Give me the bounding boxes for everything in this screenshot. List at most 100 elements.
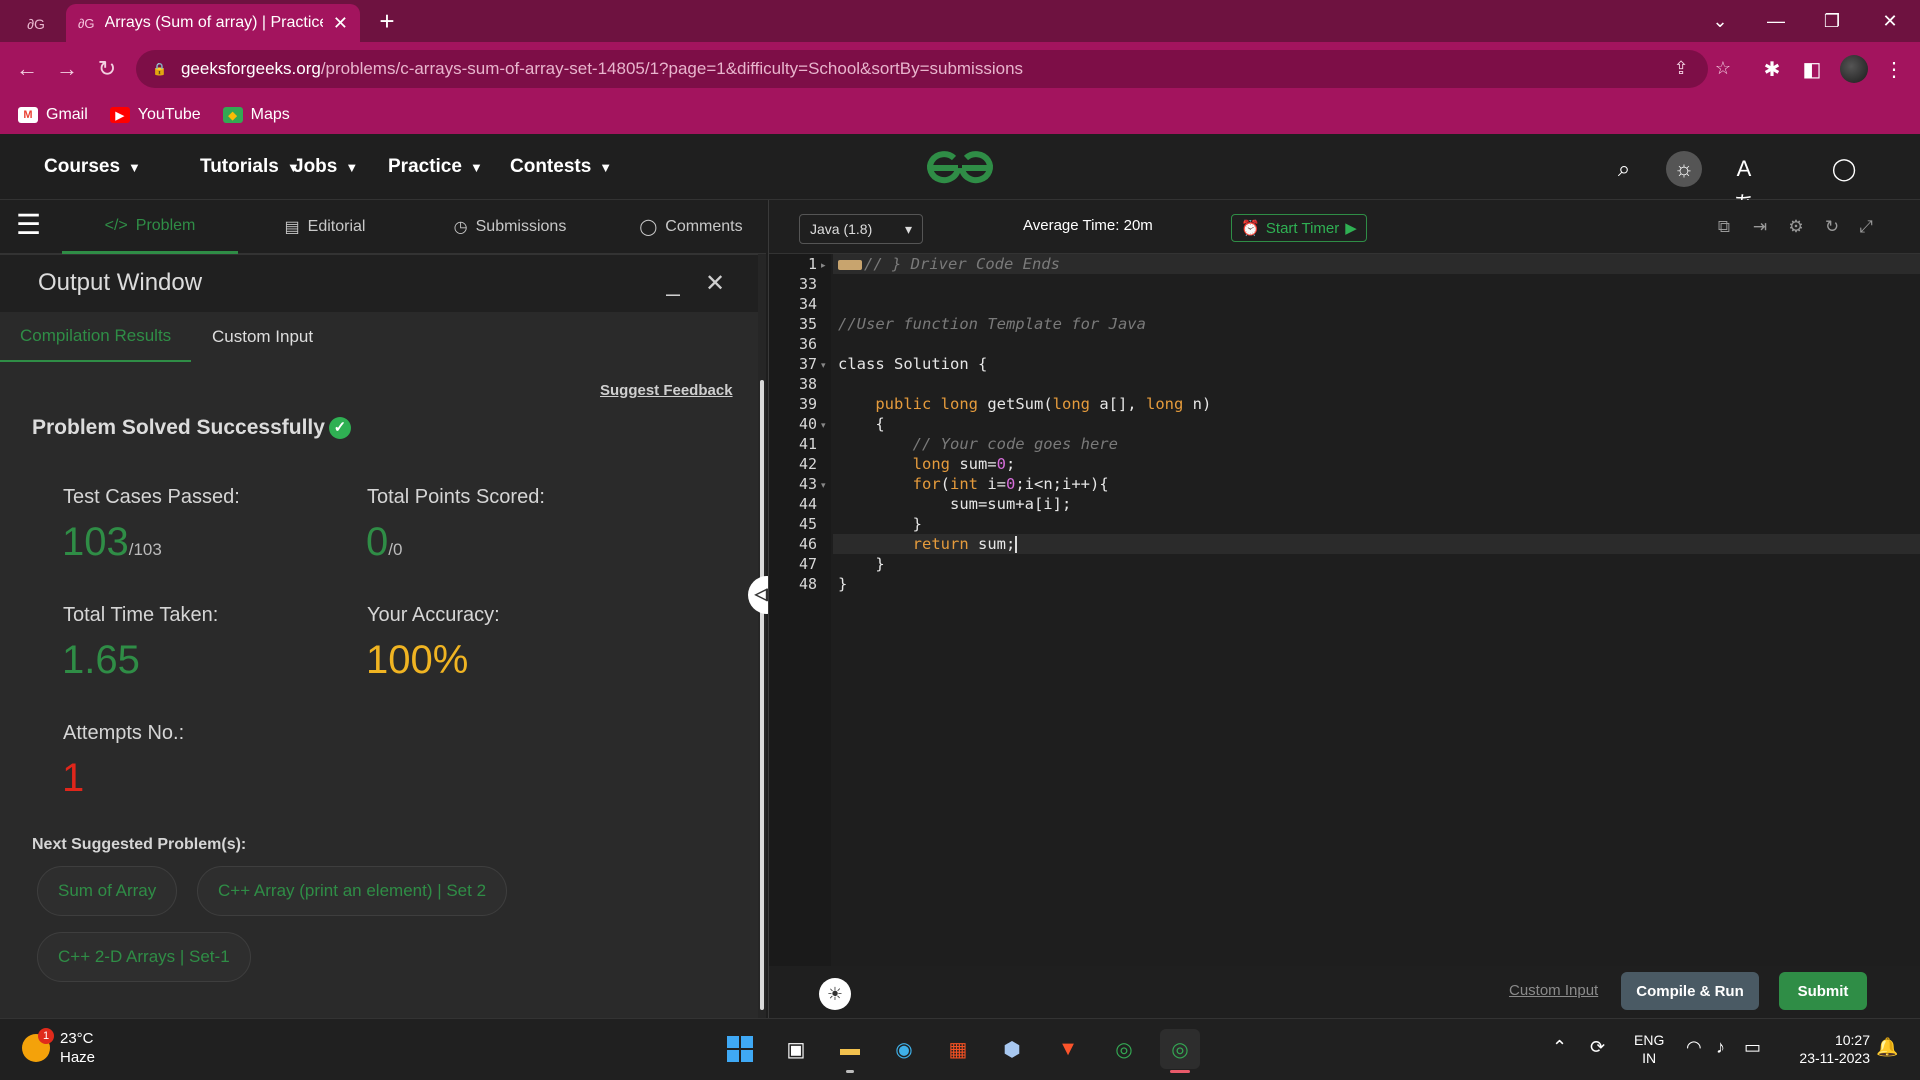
test-cases-count: 103 xyxy=(62,520,129,564)
nav-jobs[interactable]: Jobs ▼ xyxy=(293,134,358,200)
chrome-profile-icon[interactable]: ◎ xyxy=(1160,1029,1200,1073)
nav-tutorials[interactable]: Tutorials ▼ xyxy=(200,134,300,200)
tab-label: Comments xyxy=(665,218,743,235)
url-host: geeksforgeeks.org xyxy=(180,59,321,78)
custom-input-link[interactable]: Custom Input xyxy=(1509,982,1598,999)
output-scrollbar[interactable] xyxy=(760,380,764,1010)
fold-arrow-icon[interactable]: ▾ xyxy=(821,420,826,431)
fold-arrow-icon[interactable]: ▸ xyxy=(821,260,826,271)
bookmark-youtube[interactable]: ▶ YouTube xyxy=(109,106,201,124)
copy-icon[interactable]: ⧉ xyxy=(1713,216,1735,238)
problem-tabs: ☰ </> Problem ▤ Editorial ◷ Submissions ◯ Co… xyxy=(0,200,766,254)
bookmark-gmail[interactable]: M Gmail xyxy=(18,106,88,124)
compile-run-button[interactable]: Compile & Run xyxy=(1621,972,1759,1010)
user-profile-icon[interactable]: ◯ xyxy=(1826,151,1862,187)
system-clock[interactable]: 10:27 23-11-2023 xyxy=(1786,1031,1870,1067)
side-panel-icon[interactable]: ◧ xyxy=(1798,56,1826,84)
address-bar[interactable]: 🔒 geeksforgeeks.org/problems/c-arrays-su… xyxy=(136,50,1708,88)
hamburger-menu-icon[interactable]: ☰ xyxy=(16,211,46,239)
tab-comments[interactable]: ◯ Comments xyxy=(616,200,766,254)
problem-panel: ☰ </> Problem ▤ Editorial ◷ Submissions ◯ Co… xyxy=(0,200,766,1018)
windows-start-icon[interactable] xyxy=(720,1029,760,1069)
minimize-icon[interactable]: _ xyxy=(658,269,688,299)
close-tab-icon[interactable]: ✕ xyxy=(333,13,348,34)
tab-search-icon[interactable]: ⌄ xyxy=(1700,6,1740,36)
code-area[interactable]: // } Driver Code Ends //User function Te… xyxy=(833,254,1920,966)
theme-toggle-icon[interactable]: ☼ xyxy=(1666,151,1702,187)
suggested-problem-chip[interactable]: C++ 2-D Arrays | Set-1 xyxy=(37,932,251,982)
code-line: class Solution { xyxy=(833,354,1920,374)
bookmark-maps[interactable]: ◆ Maps xyxy=(222,106,290,124)
input-language[interactable]: ENG IN xyxy=(1634,1031,1664,1067)
forward-icon[interactable]: → xyxy=(52,54,82,84)
start-timer-button[interactable]: ⏰ Start Timer ▶ xyxy=(1231,214,1367,242)
minimize-button[interactable]: — xyxy=(1756,6,1796,36)
tab-custom-input[interactable]: Custom Input xyxy=(192,312,333,362)
lang-bottom: IN xyxy=(1642,1050,1657,1066)
code-line: // Your code goes here xyxy=(833,434,1920,454)
microsoft-store-icon[interactable]: ▦ xyxy=(938,1029,978,1069)
search-icon[interactable]: ⌕ xyxy=(1606,151,1642,187)
hint-bulb-icon[interactable]: ☀ xyxy=(819,978,851,1010)
language-select[interactable]: Java (1.8) ▾ xyxy=(799,214,923,244)
bookmark-star-icon[interactable]: ☆ xyxy=(1708,58,1738,80)
translate-icon[interactable]: Aあ xyxy=(1726,151,1762,217)
suggest-feedback-link[interactable]: Suggest Feedback xyxy=(600,382,733,399)
tab-inactive[interactable]: ∂G xyxy=(8,6,64,42)
line-number: 40 xyxy=(798,415,817,433)
tab-compilation-results[interactable]: Compilation Results xyxy=(0,312,192,362)
export-icon[interactable]: ⇥ xyxy=(1749,216,1771,238)
code-line: } xyxy=(833,554,1920,574)
reset-icon[interactable]: ↻ xyxy=(1821,216,1843,238)
sync-icon[interactable]: ⟳ xyxy=(1590,1037,1605,1058)
code-line: long sum=0; xyxy=(833,454,1920,474)
sandbox-app-icon[interactable]: ⬢ xyxy=(992,1029,1032,1069)
tab-submissions[interactable]: ◷ Submissions xyxy=(430,200,590,254)
restore-button[interactable]: ❐ xyxy=(1812,6,1852,36)
chrome-icon[interactable]: ◎ xyxy=(1104,1029,1144,1069)
task-view-icon[interactable]: ▣ xyxy=(776,1029,816,1069)
reload-icon[interactable]: ↻ xyxy=(92,54,122,84)
notification-bell-icon[interactable]: 🔔 xyxy=(1876,1037,1898,1058)
code-token: sum=sum+a[i]; xyxy=(949,495,1072,513)
back-icon[interactable]: ← xyxy=(12,54,42,84)
suggested-problem-chip[interactable]: C++ Array (print an element) | Set 2 xyxy=(197,866,508,916)
extensions-icon[interactable]: ✱ xyxy=(1758,56,1786,84)
nav-practice[interactable]: Practice ▼ xyxy=(388,134,483,200)
new-tab-button[interactable]: + xyxy=(372,6,402,36)
output-tabs: Compilation Results Custom Input xyxy=(0,312,758,362)
tab-editorial[interactable]: ▤ Editorial xyxy=(260,200,390,254)
tab-problem[interactable]: </> Problem xyxy=(62,200,238,254)
volume-icon[interactable]: ♪ xyxy=(1716,1037,1725,1058)
brave-browser-icon[interactable]: ▼ xyxy=(1048,1029,1088,1069)
code-line: } xyxy=(833,574,1920,594)
profile-avatar[interactable] xyxy=(1840,55,1868,83)
wifi-icon[interactable]: ◠ xyxy=(1686,1037,1702,1058)
suggested-problem-chip[interactable]: Sum of Array xyxy=(37,866,178,916)
fullscreen-icon[interactable]: ⤢ xyxy=(1855,216,1877,238)
share-icon[interactable]: ⇪ xyxy=(1666,58,1696,80)
menu-kebab-icon[interactable]: ⋮ xyxy=(1880,56,1908,84)
edge-browser-icon[interactable]: ◉ xyxy=(884,1029,924,1069)
fold-arrow-icon[interactable]: ▾ xyxy=(821,360,826,371)
tab-active[interactable]: ∂G Arrays (Sum of array) | Practice | ✕ xyxy=(66,4,360,42)
nav-contests[interactable]: Contests ▼ xyxy=(510,134,612,200)
line-number-gutter: 1 33 34 35 36 37 38 39 40 41 42 43 44 45… xyxy=(769,254,831,966)
show-hidden-icons-chevron-icon[interactable]: ⌃ xyxy=(1552,1037,1567,1058)
tab-label: Submissions xyxy=(475,218,567,235)
battery-icon[interactable]: ▭ xyxy=(1744,1037,1761,1058)
close-icon[interactable]: ✕ xyxy=(700,269,730,299)
gfg-logo[interactable] xyxy=(920,148,1000,188)
line-number: 39 xyxy=(798,395,817,413)
weather-widget[interactable]: 1 23°C Haze xyxy=(22,1028,95,1067)
submit-button[interactable]: Submit xyxy=(1779,972,1867,1010)
settings-gear-icon[interactable]: ⚙ xyxy=(1785,216,1807,238)
fold-arrow-icon[interactable]: ▾ xyxy=(821,480,826,491)
line-number: 44 xyxy=(798,495,817,513)
language-value: Java (1.8) xyxy=(810,221,873,237)
code-token: } xyxy=(912,515,922,533)
file-explorer-icon[interactable]: ▬ xyxy=(830,1029,870,1073)
nav-courses[interactable]: Courses ▼ xyxy=(44,134,141,200)
folded-code-icon[interactable] xyxy=(838,259,862,270)
close-window-button[interactable]: ✕ xyxy=(1870,6,1910,36)
